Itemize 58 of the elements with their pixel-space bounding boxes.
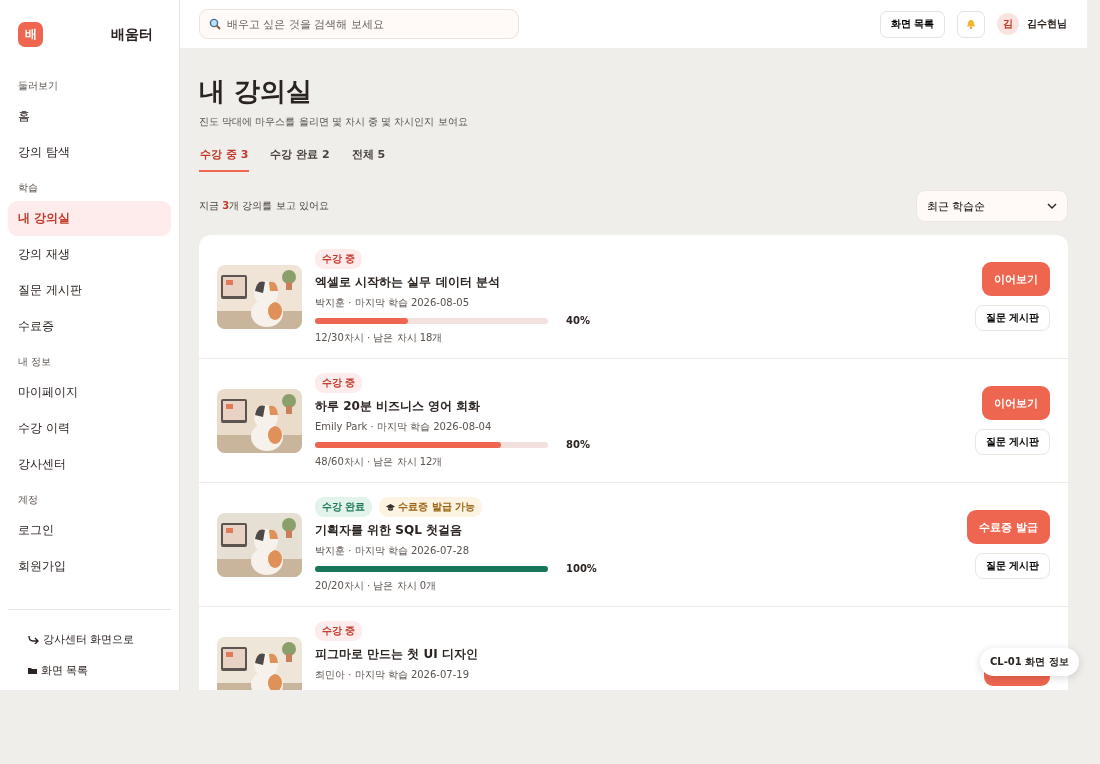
course-title: 엑셀로 시작하는 실무 데이터 분석 bbox=[315, 274, 501, 291]
tab[interactable]: 전체 5 bbox=[350, 147, 387, 172]
course-title: 기획자를 위한 SQL 첫걸음 bbox=[315, 522, 464, 539]
page-subtitle: 진도 막대에 마우스를 올리면 몇 차시 중 몇 차시인지 보여요 bbox=[199, 115, 469, 129]
course-title: 하루 20분 비즈니스 영어 회화 bbox=[315, 398, 482, 415]
nav-item[interactable]: 강사센터 bbox=[8, 447, 171, 482]
nav-item[interactable]: 회원가입 bbox=[8, 549, 171, 584]
nav-item[interactable]: 내 강의실 bbox=[8, 201, 171, 236]
status-badge: 수강 중 bbox=[315, 373, 363, 393]
course-meta: 박지훈 · 마지막 학습 2026-08-05 bbox=[315, 296, 470, 310]
screen-info-tooltip[interactable]: CL-01 화면 정보 bbox=[980, 648, 1079, 676]
status-badge: 수강 중 bbox=[315, 249, 363, 269]
page-title: 내 강의실 bbox=[199, 75, 314, 108]
nav-section-title: 내 정보 bbox=[17, 355, 53, 369]
brand-name: 배움터 bbox=[111, 25, 153, 44]
session-count: 48/60차시 · 남은 차시 12개 bbox=[315, 455, 444, 469]
session-count: 20/20차시 · 남은 차시 0개 bbox=[315, 579, 438, 593]
folder-icon bbox=[28, 667, 37, 674]
tab[interactable]: 수강 중 3 bbox=[199, 147, 250, 172]
sidebar-link[interactable]: 화면 목록 bbox=[8, 655, 171, 686]
nav-section-title: 계정 bbox=[17, 493, 39, 507]
status-badge: 수료증 발급 가능 bbox=[379, 497, 483, 517]
nav-item[interactable]: 수강 이력 bbox=[8, 411, 171, 446]
nav-section-title: 학습 bbox=[17, 181, 39, 195]
course-meta: 최민아 · 마지막 학습 2026-07-19 bbox=[315, 668, 470, 682]
sort-dropdown[interactable]: 최근 학습순 bbox=[916, 190, 1068, 222]
course-count-text: 지금 3개 강의를 보고 있어요 bbox=[199, 199, 329, 213]
nav-item[interactable]: 강의 재생 bbox=[8, 237, 171, 272]
course-meta: Emily Park · 마지막 학습 2026-08-04 bbox=[315, 420, 493, 434]
progress-percent: 80% bbox=[566, 439, 590, 450]
screen-list-button[interactable]: 화면 목록 bbox=[879, 10, 945, 38]
qna-board-button[interactable]: 질문 게시판 bbox=[974, 553, 1050, 579]
progress-percent: 100% bbox=[566, 563, 597, 574]
avatar[interactable]: 김 bbox=[997, 13, 1019, 35]
chevron-down-icon bbox=[1047, 203, 1057, 209]
session-count: 12/30차시 · 남은 차시 18개 bbox=[315, 331, 444, 345]
user-name: 김수현님 bbox=[1027, 17, 1067, 31]
course-meta: 박지훈 · 마지막 학습 2026-07-28 bbox=[315, 544, 470, 558]
qna-board-button[interactable]: 질문 게시판 bbox=[974, 305, 1050, 331]
bell-icon bbox=[966, 19, 976, 29]
status-badge: 수강 완료 bbox=[315, 497, 373, 517]
nav-item[interactable]: 질문 게시판 bbox=[8, 273, 171, 308]
status-badge: 수강 중 bbox=[315, 621, 363, 641]
nav-item[interactable]: 마이페이지 bbox=[8, 375, 171, 410]
return-arrow-icon bbox=[28, 635, 39, 644]
search-field[interactable]: 배우고 싶은 것을 검색해 보세요 bbox=[199, 9, 519, 39]
nav-item[interactable]: 로그인 bbox=[8, 513, 171, 548]
course-title: 피그마로 만드는 첫 UI 디자인 bbox=[315, 646, 479, 663]
nav-item[interactable]: 강의 탐색 bbox=[8, 135, 171, 170]
sidebar-link[interactable]: 강사센터 화면으로 bbox=[8, 624, 171, 655]
nav-section-title: 둘러보기 bbox=[17, 79, 59, 93]
nav-item[interactable]: 수료증 bbox=[8, 309, 171, 344]
tab[interactable]: 수강 완료 2 bbox=[269, 147, 331, 172]
notification-button[interactable] bbox=[957, 10, 985, 38]
qna-board-button[interactable]: 질문 게시판 bbox=[974, 429, 1050, 455]
graduation-cap-icon bbox=[386, 503, 396, 511]
progress-percent: 40% bbox=[566, 315, 590, 326]
nav-item[interactable]: 홈 bbox=[8, 99, 171, 134]
